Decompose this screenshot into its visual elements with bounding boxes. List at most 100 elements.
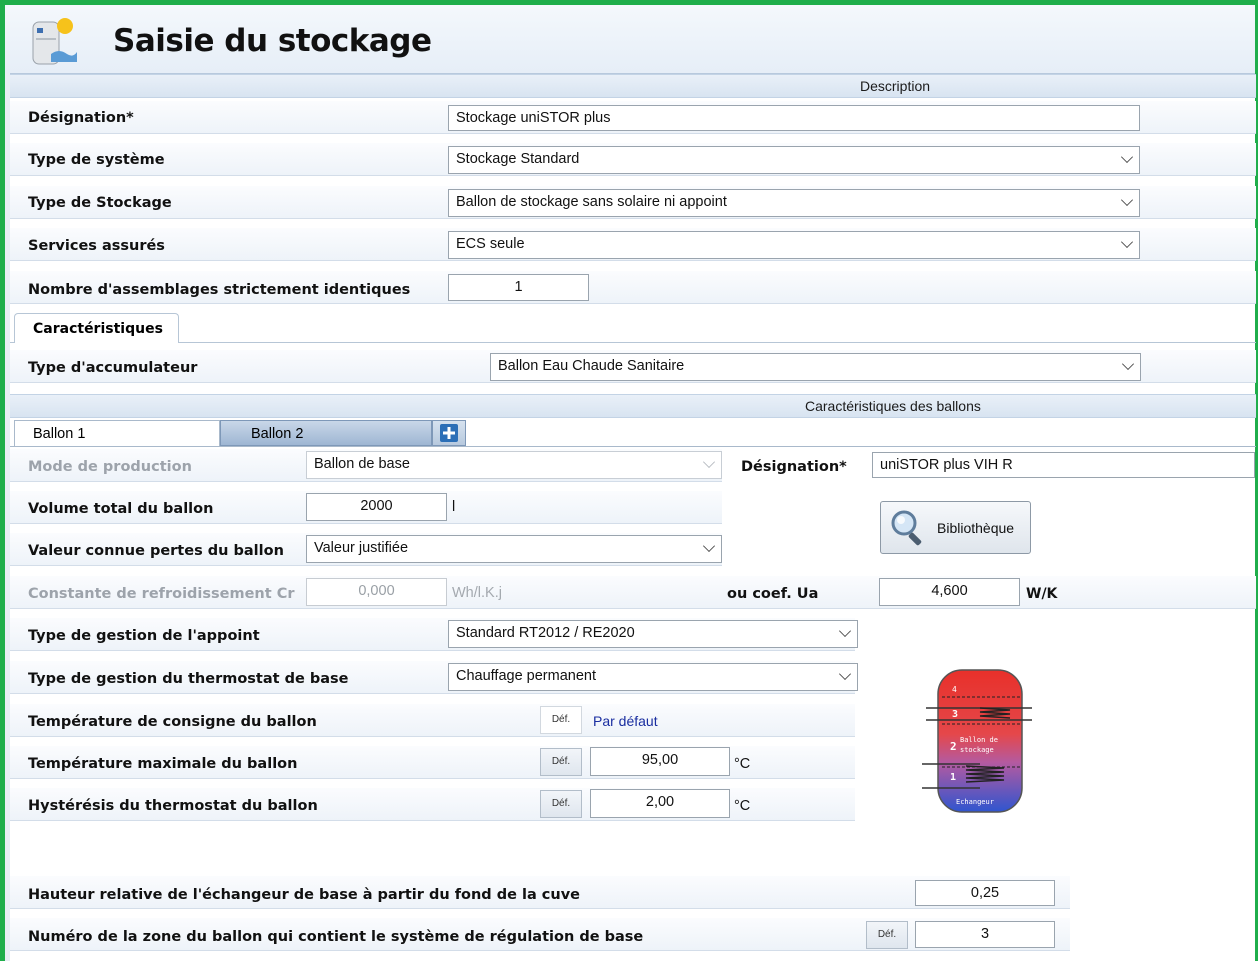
section-ballons-title: Caractéristiques des ballons xyxy=(805,398,981,414)
chevron-down-icon xyxy=(702,539,716,553)
row-gestion-appoint: Type de gestion de l'appoint Standard RT… xyxy=(10,618,858,651)
valeur-connue-select[interactable]: Valeur justifiée xyxy=(306,535,722,563)
nombre-input[interactable]: 1 xyxy=(448,274,589,301)
chevron-down-icon xyxy=(1120,150,1134,164)
temp-max-unit: °C xyxy=(734,756,751,772)
chevron-down-icon xyxy=(1120,235,1134,249)
hysteresis-label: Hystérésis du thermostat du ballon xyxy=(28,798,318,814)
row-volume: Volume total du ballon 2000 l xyxy=(10,491,722,524)
temp-consigne-note: Par défaut xyxy=(593,713,658,729)
zone-3-label: 3 xyxy=(952,709,958,720)
row-gestion-thermostat: Type de gestion du thermostat de base Ch… xyxy=(10,661,858,694)
row-services: Services assurés ECS seule xyxy=(10,228,1256,261)
type-systeme-value: Stockage Standard xyxy=(456,151,580,167)
row-type-systeme: Type de système Stockage Standard xyxy=(10,143,1256,176)
gestion-appoint-label: Type de gestion de l'appoint xyxy=(28,628,260,644)
temp-max-def-button[interactable]: Déf. xyxy=(540,748,582,776)
gestion-appoint-value: Standard RT2012 / RE2020 xyxy=(456,625,635,641)
gestion-thermostat-label: Type de gestion du thermostat de base xyxy=(28,671,349,687)
stockage-text: stockage xyxy=(960,746,994,754)
chevron-down-icon xyxy=(1120,193,1134,207)
services-value: ECS seule xyxy=(456,236,525,252)
accumulateur-select[interactable]: Ballon Eau Chaude Sanitaire xyxy=(490,353,1141,381)
hysteresis-unit: °C xyxy=(734,798,751,814)
volume-unit: l xyxy=(452,499,456,515)
hysteresis-def-button[interactable]: Déf. xyxy=(540,790,582,818)
row-temp-consigne: Température de consigne du ballon Déf. P… xyxy=(10,704,855,737)
services-label: Services assurés xyxy=(28,238,165,254)
valeur-connue-label: Valeur connue pertes du ballon xyxy=(28,543,284,559)
water-heater-sun-icon xyxy=(32,18,77,65)
numero-zone-input[interactable]: 3 xyxy=(915,921,1055,948)
temp-max-label: Température maximale du ballon xyxy=(28,756,298,772)
section-description-title: Description xyxy=(860,78,931,94)
bibliotheque-label: Bibliothèque xyxy=(937,520,1015,536)
ballon-tab-line xyxy=(10,446,1256,447)
plus-icon xyxy=(440,424,458,442)
services-select[interactable]: ECS seule xyxy=(448,231,1140,259)
type-stockage-select[interactable]: Ballon de stockage sans solaire ni appoi… xyxy=(448,189,1140,217)
tab-caracteristiques[interactable]: Caractéristiques xyxy=(14,313,179,343)
row-mode-production: Mode de production Ballon de base xyxy=(10,449,722,482)
gestion-thermostat-value: Chauffage permanent xyxy=(456,668,597,684)
row-hysteresis: Hystérésis du thermostat du ballon Déf. … xyxy=(10,788,855,821)
coef-ua-label: ou coef. Ua xyxy=(727,586,819,602)
section-description: Description xyxy=(10,74,1256,98)
mode-production-value: Ballon de base xyxy=(314,456,410,472)
constante-label: Constante de refroidissement Cr xyxy=(28,586,295,602)
volume-input[interactable]: 2000 xyxy=(306,493,447,521)
mode-production-select[interactable]: Ballon de base xyxy=(306,451,722,479)
designation-input[interactable]: Stockage uniSTOR plus xyxy=(448,105,1140,131)
row-numero-zone: Numéro de la zone du ballon qui contient… xyxy=(10,918,1070,951)
accumulateur-label: Type d'accumulateur xyxy=(28,360,198,376)
tab-ballon-1-label: Ballon 1 xyxy=(33,426,86,442)
type-stockage-label: Type de Stockage xyxy=(28,195,172,211)
volume-label: Volume total du ballon xyxy=(28,501,214,517)
valeur-connue-value: Valeur justifiée xyxy=(314,540,409,556)
header: Saisie du stockage xyxy=(5,5,1255,74)
chevron-down-icon xyxy=(702,455,716,469)
gestion-thermostat-select[interactable]: Chauffage permanent xyxy=(448,663,858,691)
bibliotheque-button[interactable]: Bibliothèque xyxy=(880,501,1031,554)
magnifier-icon xyxy=(891,510,922,546)
type-systeme-label: Type de système xyxy=(28,152,165,168)
zone-4-label: 4 xyxy=(952,685,957,694)
row-hauteur-relative: Hauteur relative de l'échangeur de base … xyxy=(10,876,1070,909)
page-title: Saisie du stockage xyxy=(113,23,432,59)
nombre-label: Nombre d'assemblages strictement identiq… xyxy=(28,282,411,298)
row-temp-max: Température maximale du ballon Déf. 95,0… xyxy=(10,746,855,779)
tab-ballon-2[interactable]: Ballon 2 xyxy=(220,420,432,446)
ballon-text: Ballon de xyxy=(960,736,998,744)
row-type-stockage: Type de Stockage Ballon de stockage sans… xyxy=(10,186,1256,219)
temp-consigne-label: Température de consigne du ballon xyxy=(28,714,317,730)
ballon-designation-input[interactable]: uniSTOR plus VIH R xyxy=(872,452,1255,478)
row-nombre: Nombre d'assemblages strictement identiq… xyxy=(10,271,1256,304)
ballon-diagram: 4 3 2 Ballon de stockage 1 Echangeur xyxy=(922,669,1032,813)
tab-ballon-2-label: Ballon 2 xyxy=(251,426,304,442)
hauteur-relative-label: Hauteur relative de l'échangeur de base … xyxy=(28,887,580,903)
temp-max-input[interactable]: 95,00 xyxy=(590,747,730,776)
tab-ballon-1[interactable]: Ballon 1 xyxy=(14,420,220,446)
type-systeme-select[interactable]: Stockage Standard xyxy=(448,146,1140,174)
echangeur-text: Echangeur xyxy=(956,798,994,806)
zone-1-label: 1 xyxy=(950,772,956,783)
ballon-designation-label: Désignation* xyxy=(741,459,847,475)
hysteresis-input[interactable]: 2,00 xyxy=(590,789,730,818)
add-tab-button[interactable] xyxy=(432,420,466,446)
numero-zone-def-button[interactable]: Déf. xyxy=(866,921,908,949)
type-stockage-value: Ballon de stockage sans solaire ni appoi… xyxy=(456,194,727,210)
row-designation: Désignation* Stockage uniSTOR plus xyxy=(10,101,1256,134)
chevron-down-icon xyxy=(838,667,852,681)
numero-zone-label: Numéro de la zone du ballon qui contient… xyxy=(28,929,644,945)
constante-input[interactable]: 0,000 xyxy=(306,578,447,606)
row-constante: Constante de refroidissement Cr 0,000 Wh… xyxy=(10,576,1256,609)
tab-strip-line xyxy=(10,342,1256,343)
temp-consigne-def-button[interactable]: Déf. xyxy=(540,706,582,734)
gestion-appoint-select[interactable]: Standard RT2012 / RE2020 xyxy=(448,620,858,648)
coef-ua-unit: W/K xyxy=(1026,586,1058,602)
hauteur-relative-input[interactable]: 0,25 xyxy=(915,880,1055,906)
row-valeur-connue: Valeur connue pertes du ballon Valeur ju… xyxy=(10,533,722,566)
coef-ua-input[interactable]: 4,600 xyxy=(879,578,1020,606)
section-ballons: Caractéristiques des ballons xyxy=(10,394,1256,418)
chevron-down-icon xyxy=(838,624,852,638)
